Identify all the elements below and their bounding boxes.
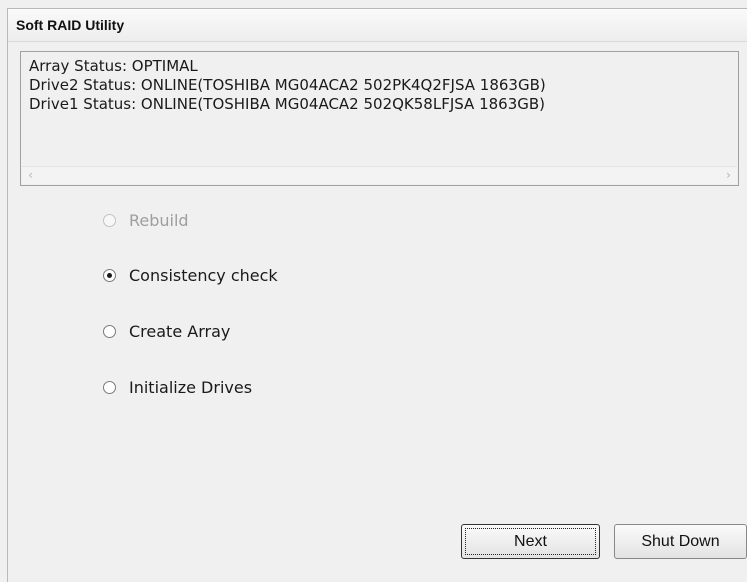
initialize-drives-radio[interactable]: [103, 380, 116, 394]
option-initialize-drives[interactable]: Initialize Drives: [103, 377, 252, 397]
title-bar: Soft RAID Utility: [8, 9, 747, 42]
focus-ring: [465, 528, 596, 555]
shut-down-button[interactable]: Shut Down: [614, 524, 747, 559]
window-title: Soft RAID Utility: [16, 17, 125, 33]
initialize-drives-label: Initialize Drives: [129, 377, 253, 397]
drive1-status-line: Drive1 Status: ONLINE(TOSHIBA MG04ACA2 5…: [29, 95, 546, 113]
option-rebuild[interactable]: Rebuild: [103, 210, 189, 230]
chevron-left-icon[interactable]: ‹: [22, 168, 39, 183]
rebuild-radio[interactable]: [103, 213, 116, 227]
shut-down-button-label: Shut Down: [641, 533, 720, 550]
create-array-radio[interactable]: [103, 324, 116, 338]
option-create-array[interactable]: Create Array: [103, 321, 230, 341]
consistency-check-label: Consistency check: [129, 265, 278, 285]
array-status-line: Array Status: OPTIMAL: [29, 57, 198, 75]
drive2-status-line: Drive2 Status: ONLINE(TOSHIBA MG04ACA2 5…: [29, 76, 546, 94]
option-consistency-check[interactable]: Consistency check: [103, 265, 278, 285]
consistency-check-radio[interactable]: [103, 268, 116, 282]
status-text-box[interactable]: Array Status: OPTIMAL Drive2 Status: ONL…: [20, 51, 739, 186]
rebuild-label: Rebuild: [129, 210, 189, 230]
next-button[interactable]: Next: [461, 524, 600, 559]
horizontal-scrollbar[interactable]: ‹ ›: [22, 166, 737, 184]
create-array-label: Create Array: [129, 321, 231, 341]
chevron-right-icon[interactable]: ›: [720, 168, 737, 183]
status-lines: Array Status: OPTIMAL Drive2 Status: ONL…: [29, 57, 546, 114]
